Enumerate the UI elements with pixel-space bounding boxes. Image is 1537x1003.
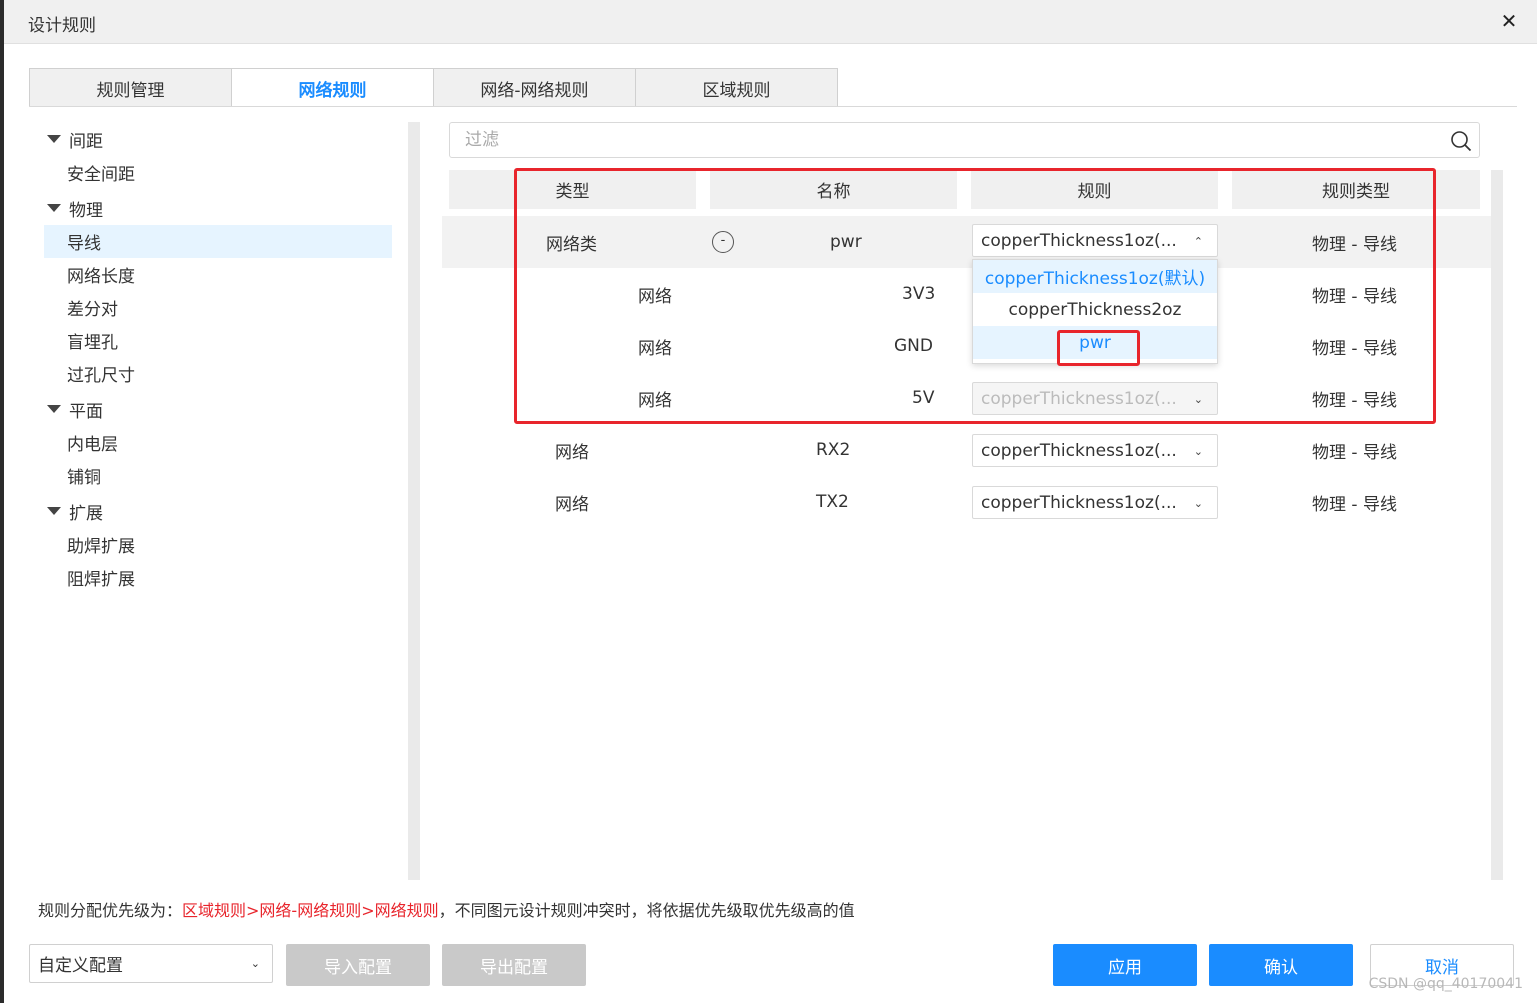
table-row[interactable]: 网络 RX2 copperThickness1oz(... ⌄ 物理 - 导线 <box>442 424 1491 476</box>
dropdown-option-2oz[interactable]: copperThickness2oz <box>973 293 1217 326</box>
tree-item-solder-mask-expansion[interactable]: 阻焊扩展 <box>29 561 409 594</box>
priority-note: 规则分配优先级为：区域规则>网络-网络规则>网络规则，不同图元设计规则冲突时，将… <box>38 897 855 921</box>
note-prefix: 规则分配优先级为： <box>38 901 183 920</box>
row-type: 网络 <box>638 390 672 411</box>
rule-dropdown-menu: copperThickness1oz(默认) copperThickness2o… <box>972 259 1218 364</box>
note-highlight: 区域规则>网络-网络规则>网络规则 <box>182 901 439 920</box>
rule-select[interactable]: copperThickness1oz(... ⌄ <box>972 434 1218 467</box>
row-rule-type: 物理 - 导线 <box>1312 286 1397 307</box>
row-name: RX2 <box>816 440 851 460</box>
chevron-down-icon: ⌄ <box>1193 445 1203 458</box>
rule-select-value: copperThickness1oz(... <box>981 230 1177 251</box>
table-scrollbar[interactable] <box>1491 170 1503 880</box>
apply-button[interactable]: 应用 <box>1053 944 1197 986</box>
tree-item-paste-expansion[interactable]: 助焊扩展 <box>29 528 409 561</box>
tree-scrollbar[interactable] <box>408 122 420 880</box>
tree-item-copper-pour[interactable]: 铺铜 <box>29 459 409 492</box>
config-select[interactable]: 自定义配置 ⌄ <box>29 944 273 983</box>
tree-item-diff-pair[interactable]: 差分对 <box>29 291 409 324</box>
row-rule-type: 物理 - 导线 <box>1312 494 1397 515</box>
row-name: TX2 <box>816 492 849 512</box>
chevron-down-icon: ⌄ <box>1193 393 1203 406</box>
tree-item-track[interactable]: 导线 <box>44 225 392 258</box>
tree-item-safe-spacing[interactable]: 安全间距 <box>29 156 409 189</box>
tree-group-label: 平面 <box>69 401 103 422</box>
dialog-title: 设计规则 <box>28 16 96 36</box>
column-header-name[interactable]: 名称 <box>710 170 957 209</box>
row-rule-type: 物理 - 导线 <box>1312 442 1397 463</box>
column-header-rule-type[interactable]: 规则类型 <box>1232 170 1480 209</box>
tree-group-plane[interactable]: 平面 <box>29 392 409 426</box>
collapse-row-icon[interactable]: - <box>712 231 734 253</box>
rule-tree: 间距 安全间距 物理 导线 网络长度 差分对 盲埋孔 过孔尺寸 平面 内电层 铺… <box>29 120 409 594</box>
collapse-triangle-icon[interactable] <box>47 405 61 413</box>
tree-item-inner-layer[interactable]: 内电层 <box>29 426 409 459</box>
rule-select[interactable]: copperThickness1oz(... ⌄ <box>972 486 1218 519</box>
rule-select: copperThickness1oz(... ⌄ <box>972 382 1218 415</box>
dropdown-option-pwr[interactable]: pwr <box>973 326 1217 359</box>
table-row[interactable]: 网络 TX2 copperThickness1oz(... ⌄ 物理 - 导线 <box>442 476 1491 528</box>
column-header-type[interactable]: 类型 <box>449 170 696 209</box>
rule-select-value: copperThickness1oz(... <box>981 492 1177 513</box>
collapse-triangle-icon[interactable] <box>47 135 61 143</box>
row-name: GND <box>894 336 933 356</box>
row-type: 网络 <box>555 442 589 463</box>
table-row[interactable]: 网络 5V copperThickness1oz(... ⌄ 物理 - 导线 <box>442 372 1491 424</box>
tree-item-via-size[interactable]: 过孔尺寸 <box>29 357 409 390</box>
chevron-down-icon: ⌄ <box>250 957 260 970</box>
tab-bar: 规则管理 网络规则 网络-网络规则 区域规则 <box>29 68 838 107</box>
rule-select-value: copperThickness1oz(... <box>981 440 1177 461</box>
chevron-up-icon: ⌃ <box>1193 235 1203 248</box>
tree-group-label: 物理 <box>69 200 103 221</box>
table-row[interactable]: 网络 3V3 物理 - 导线 <box>442 268 1491 320</box>
export-config-button[interactable]: 导出配置 <box>442 944 586 986</box>
filter-input[interactable] <box>450 123 1410 157</box>
row-name: 3V3 <box>902 284 936 304</box>
tabs-divider <box>29 106 1517 107</box>
row-name: pwr <box>830 232 862 252</box>
tree-group-label: 间距 <box>69 131 103 152</box>
tab-net-to-net-rules[interactable]: 网络-网络规则 <box>433 68 636 107</box>
column-header-rule[interactable]: 规则 <box>971 170 1218 209</box>
tree-item-blind-buried-via[interactable]: 盲埋孔 <box>29 324 409 357</box>
tree-group-physics[interactable]: 物理 <box>29 191 409 225</box>
design-rules-dialog: 设计规则 ✕ 规则管理 网络规则 网络-网络规则 区域规则 间距 安全间距 物理… <box>4 0 1537 1003</box>
config-select-value: 自定义配置 <box>38 956 123 976</box>
filter-field <box>449 122 1480 158</box>
table-row[interactable]: 网络 GND 物理 - 导线 <box>442 320 1491 372</box>
tab-net-rules[interactable]: 网络规则 <box>231 68 434 107</box>
row-rule-type: 物理 - 导线 <box>1312 234 1397 255</box>
watermark: CSDN @qq_40170041 <box>1368 976 1523 992</box>
rule-select[interactable]: copperThickness1oz(... ⌃ <box>972 224 1218 257</box>
note-suffix: ，不同图元设计规则冲突时，将依据优先级取优先级高的值 <box>438 901 855 920</box>
row-name: 5V <box>912 388 935 408</box>
title-bar: 设计规则 ✕ <box>4 0 1537 44</box>
rule-select-value: copperThickness1oz(... <box>981 388 1177 409</box>
table-row[interactable]: 网络类 - pwr copperThickness1oz(... ⌃ 物理 - … <box>442 216 1491 268</box>
tab-region-rules[interactable]: 区域规则 <box>635 68 838 107</box>
row-rule-type: 物理 - 导线 <box>1312 390 1397 411</box>
collapse-triangle-icon[interactable] <box>47 204 61 212</box>
tree-item-net-length[interactable]: 网络长度 <box>29 258 409 291</box>
close-icon[interactable]: ✕ <box>1497 8 1521 34</box>
row-type: 网络类 <box>546 234 597 255</box>
row-type: 网络 <box>555 494 589 515</box>
chevron-down-icon: ⌄ <box>1193 497 1203 510</box>
tree-group-label: 扩展 <box>69 503 103 524</box>
confirm-button[interactable]: 确认 <box>1209 944 1353 986</box>
tab-rule-management[interactable]: 规则管理 <box>29 68 232 107</box>
dropdown-option-1oz-default[interactable]: copperThickness1oz(默认) <box>973 260 1217 293</box>
tree-group-expansion[interactable]: 扩展 <box>29 494 409 528</box>
import-config-button[interactable]: 导入配置 <box>286 944 430 986</box>
row-type: 网络 <box>638 338 672 359</box>
row-rule-type: 物理 - 导线 <box>1312 338 1397 359</box>
collapse-triangle-icon[interactable] <box>47 507 61 515</box>
row-type: 网络 <box>638 286 672 307</box>
tree-group-spacing[interactable]: 间距 <box>29 122 409 156</box>
search-icon[interactable] <box>1449 129 1473 153</box>
